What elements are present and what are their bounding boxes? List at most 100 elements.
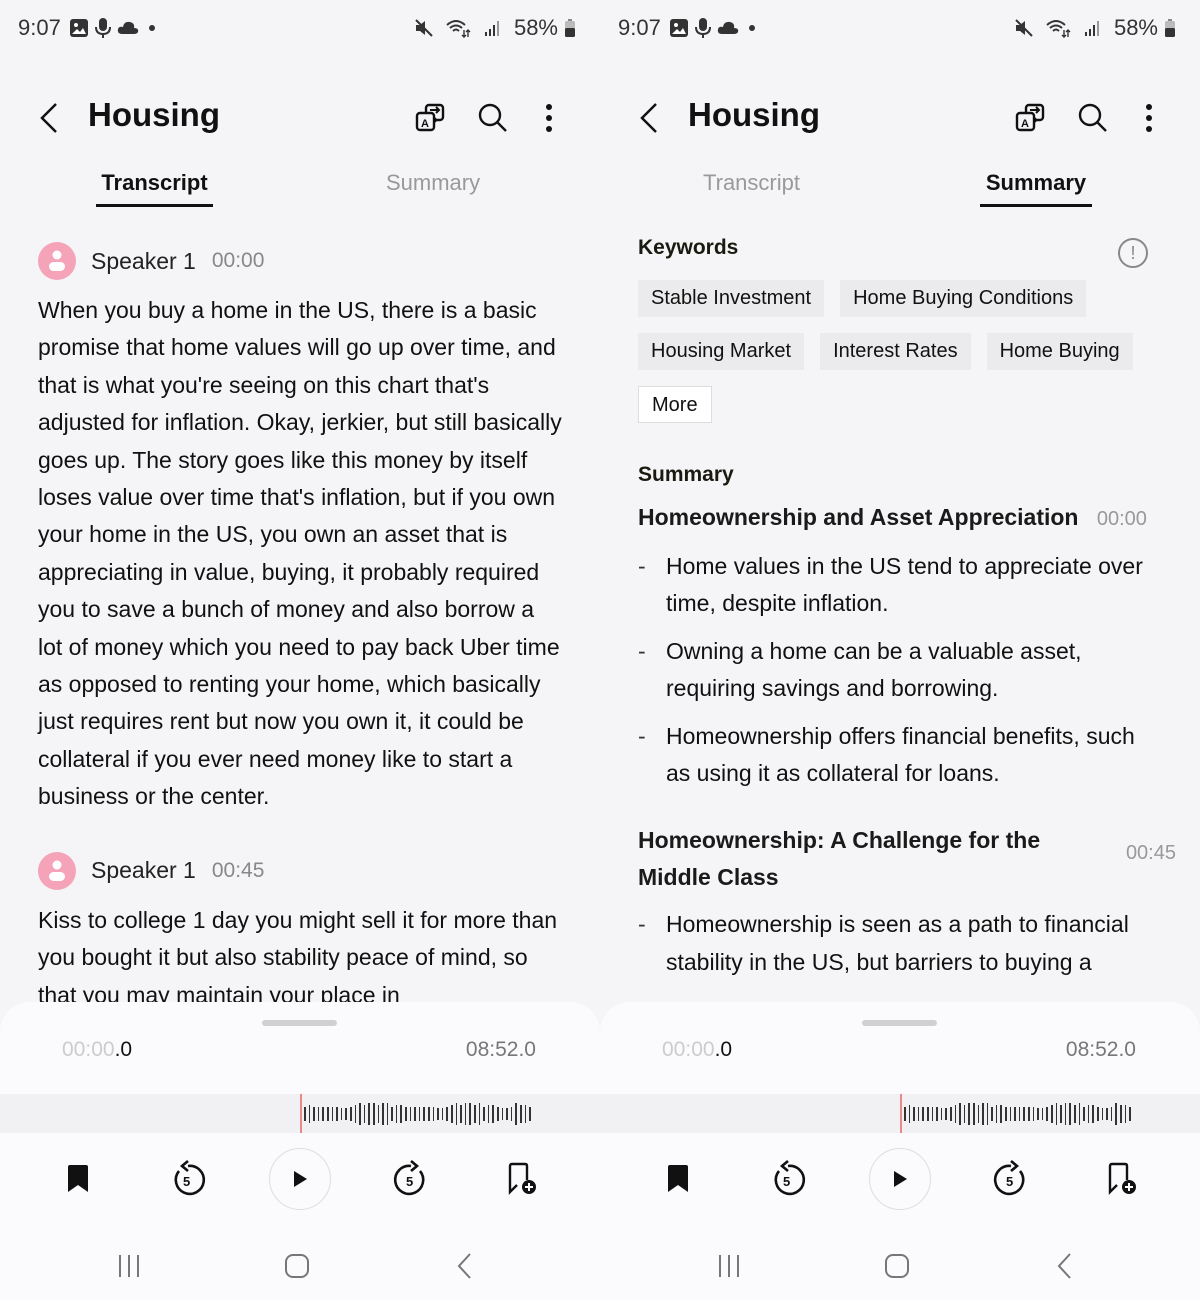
person-icon xyxy=(49,250,65,271)
waveform-bar xyxy=(345,1107,347,1120)
speaker-name: Speaker 1 xyxy=(91,857,196,884)
forward-5-button[interactable]: 5 xyxy=(381,1148,441,1210)
system-back-button[interactable] xyxy=(1040,1242,1090,1290)
summary-section: Homeownership: A Challenge for the Middl… xyxy=(638,822,1176,981)
tab-transcript[interactable]: Transcript xyxy=(96,170,213,207)
waveform-bar xyxy=(1110,1106,1113,1121)
waveform-scrubber[interactable] xyxy=(0,1094,600,1133)
add-bookmark-icon xyxy=(508,1162,536,1195)
waveform-bar xyxy=(483,1106,485,1121)
section-timestamp[interactable]: 00:00 xyxy=(1097,508,1147,530)
play-button[interactable] xyxy=(869,1148,931,1210)
bullet-text: Homeownership offers financial benefits,… xyxy=(666,722,1135,787)
waveform-bar xyxy=(359,1102,361,1125)
player-controls: 5 5 xyxy=(0,1148,600,1214)
waveform-bar xyxy=(1092,1104,1094,1123)
waveform-bar xyxy=(432,1106,435,1121)
recents-button[interactable] xyxy=(104,1242,154,1290)
tab-transcript[interactable]: Transcript xyxy=(703,170,800,204)
summary-bullet: - Owning a home can be a valuable asset, … xyxy=(638,633,1162,708)
waveform-bar xyxy=(418,1106,421,1121)
bookmark-button[interactable] xyxy=(648,1148,708,1210)
recents-button[interactable] xyxy=(704,1242,754,1290)
keyword-chip[interactable]: Home Buying Conditions xyxy=(840,280,1087,317)
more-options-button[interactable] xyxy=(531,100,567,136)
playhead[interactable] xyxy=(300,1094,302,1133)
svg-text:5: 5 xyxy=(183,1174,190,1189)
waveform-bar xyxy=(519,1104,522,1123)
waveform-bar xyxy=(487,1104,490,1123)
waveform-bar xyxy=(363,1104,366,1123)
forward-5-button[interactable]: 5 xyxy=(981,1148,1041,1210)
translate-icon: A xyxy=(1015,103,1045,132)
keyword-chip[interactable]: Interest Rates xyxy=(820,333,971,370)
waveform-bar xyxy=(1018,1106,1021,1121)
waveform-bar xyxy=(464,1102,467,1125)
section-timestamp[interactable]: 00:45 xyxy=(1126,842,1176,865)
add-bookmark-button[interactable] xyxy=(1092,1148,1152,1210)
summary-bullet: - Homeownership offers financial benefits… xyxy=(638,718,1162,793)
translate-button[interactable]: A xyxy=(412,100,448,136)
waveform-bar xyxy=(368,1102,370,1125)
back-button[interactable] xyxy=(636,98,664,138)
waveform-bar xyxy=(1060,1104,1062,1123)
tab-bar: Transcript Summary xyxy=(0,170,600,214)
bookmark-button[interactable] xyxy=(48,1148,108,1210)
system-back-button[interactable] xyxy=(440,1242,490,1290)
summary-screen: 9:07 58% Housing A Transcript Summary Ke… xyxy=(600,0,1200,1300)
speaker-row[interactable]: Speaker 1 00:45 xyxy=(38,848,562,894)
total-time: 08:52.0 xyxy=(465,1038,536,1061)
drag-handle[interactable] xyxy=(862,1020,937,1026)
cloud-icon xyxy=(717,20,739,36)
waveform-bar xyxy=(460,1104,462,1123)
waveform-bar xyxy=(1032,1106,1035,1121)
chevron-left-icon xyxy=(640,103,657,133)
battery-percent: 58% xyxy=(1113,15,1158,40)
waveform-bar xyxy=(372,1102,375,1125)
play-button[interactable] xyxy=(269,1148,331,1210)
waveform-bar xyxy=(437,1107,439,1120)
wifi-icon xyxy=(446,18,472,38)
waveform-bar xyxy=(317,1106,320,1121)
summary-bullet: - Home values in the US tend to appreciat… xyxy=(638,548,1162,623)
avatar xyxy=(38,242,76,280)
bullet-dash: - xyxy=(638,722,646,749)
waveform-bar xyxy=(473,1104,476,1123)
rewind-5-button[interactable]: 5 xyxy=(158,1148,218,1210)
avatar xyxy=(38,851,76,890)
waveform-bar xyxy=(995,1104,998,1123)
current-time-fraction: .0 xyxy=(114,1038,133,1061)
add-bookmark-button[interactable] xyxy=(492,1148,552,1210)
drag-handle[interactable] xyxy=(262,1020,337,1026)
rewind-5-button[interactable]: 5 xyxy=(758,1148,818,1210)
home-button[interactable] xyxy=(272,1242,322,1290)
home-button[interactable] xyxy=(872,1242,922,1290)
translate-button[interactable]: A xyxy=(1012,100,1048,136)
waveform-bar xyxy=(945,1107,947,1120)
speaker-timestamp[interactable]: 00:00 xyxy=(212,249,265,273)
waveform-scrubber[interactable] xyxy=(600,1094,1200,1133)
keyword-chip[interactable]: Home Buying xyxy=(986,333,1133,370)
waveform-bar xyxy=(1078,1102,1081,1125)
current-time-main: 00:00 xyxy=(62,1038,115,1061)
speaker-timestamp[interactable]: 00:45 xyxy=(212,859,265,883)
back-button[interactable] xyxy=(36,98,64,138)
waveform-bar xyxy=(386,1102,389,1125)
more-keywords-button[interactable]: More xyxy=(638,386,712,423)
keyword-chip[interactable]: Stable Investment xyxy=(638,280,825,317)
search-button[interactable] xyxy=(475,100,511,136)
playhead[interactable] xyxy=(900,1094,902,1133)
waveform-bar xyxy=(326,1106,329,1121)
app-bar: Housing A xyxy=(0,88,600,148)
tab-summary[interactable]: Summary xyxy=(980,170,1092,207)
more-options-button[interactable] xyxy=(1131,100,1167,136)
waveform-bar xyxy=(1009,1106,1012,1121)
search-button[interactable] xyxy=(1075,100,1111,136)
info-icon[interactable]: ! xyxy=(1118,238,1148,268)
bullet-dash: - xyxy=(638,553,646,579)
keyword-chip[interactable]: Housing Market xyxy=(638,333,805,370)
speaker-row[interactable]: Speaker 1 00:00 xyxy=(38,238,562,284)
tab-summary[interactable]: Summary xyxy=(386,170,480,204)
waveform-bar xyxy=(349,1106,352,1121)
summary-content: Keywords ! Stable Investment Home Buying… xyxy=(638,236,1176,991)
